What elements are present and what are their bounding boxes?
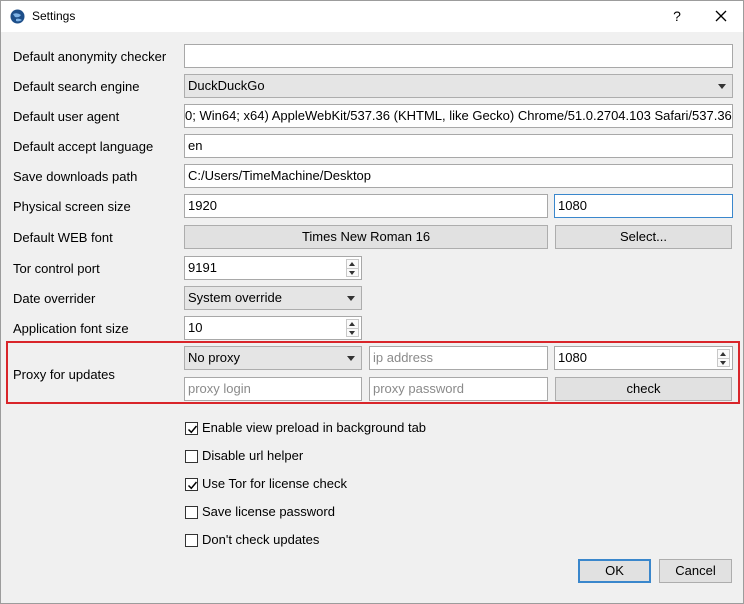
chevron-down-icon	[347, 296, 355, 301]
proxy-type-value: No proxy	[188, 350, 241, 365]
checkmark-icon	[187, 425, 198, 434]
tor-port-spinbox[interactable]: 9191	[184, 256, 362, 280]
app-globe-icon	[10, 9, 25, 24]
checkbox-box[interactable]	[185, 450, 198, 463]
chevron-down-icon	[718, 84, 726, 89]
checkbox-box[interactable]	[185, 478, 198, 491]
checkbox-label: Save license password	[202, 504, 335, 519]
accept-language-label: Default accept language	[13, 139, 154, 154]
checkbox-label: Disable url helper	[202, 448, 304, 463]
proxy-password-input[interactable]: proxy password	[369, 377, 548, 401]
downloads-path-label: Save downloads path	[13, 169, 138, 184]
cancel-button[interactable]: Cancel	[659, 559, 732, 583]
tor-port-label: Tor control port	[13, 261, 100, 276]
window-title: Settings	[32, 9, 76, 23]
proxy-label: Proxy for updates	[13, 367, 115, 382]
proxy-login-input[interactable]: proxy login	[184, 377, 362, 401]
web-font-display-button[interactable]: Times New Roman 16	[184, 225, 548, 249]
app-font-size-value: 10	[188, 320, 203, 335]
user-agent-label: Default user agent	[13, 109, 120, 124]
proxy-port-spinbox[interactable]: 1080	[554, 346, 733, 370]
proxy-check-button[interactable]: check	[555, 377, 732, 401]
spin-arrows-icon[interactable]	[717, 349, 730, 367]
ok-button[interactable]: OK	[578, 559, 651, 583]
search-engine-value: DuckDuckGo	[188, 78, 265, 93]
checkmark-icon	[187, 481, 198, 490]
search-engine-label: Default search engine	[13, 79, 140, 94]
date-overrider-value: System override	[188, 290, 282, 305]
screen-width-input[interactable]: 1920	[184, 194, 548, 218]
date-overrider-label: Date overrider	[13, 291, 96, 306]
checkbox-box[interactable]	[185, 534, 198, 547]
chevron-down-icon	[347, 356, 355, 361]
spin-arrows-icon[interactable]	[346, 259, 359, 277]
checkbox-label: Enable view preload in background tab	[202, 420, 427, 435]
checkbox-label: Don't check updates	[202, 532, 320, 547]
proxy-login-placeholder: proxy login	[188, 381, 251, 396]
checkbox-label: Use Tor for license check	[202, 476, 347, 491]
app-font-size-label: Application font size	[13, 321, 129, 336]
screen-height-input[interactable]: 1080	[554, 194, 733, 218]
spin-arrows-icon[interactable]	[346, 319, 359, 337]
app-font-size-spinbox[interactable]: 10	[184, 316, 362, 340]
close-icon	[715, 10, 727, 22]
screen-size-label: Physical screen size	[13, 199, 131, 214]
checkbox-box[interactable]	[185, 422, 198, 435]
settings-dialog: Settings ? Default anonymity checker Def…	[0, 0, 744, 604]
web-font-label: Default WEB font	[13, 230, 113, 245]
search-engine-combo[interactable]: DuckDuckGo	[184, 74, 733, 98]
proxy-type-combo[interactable]: No proxy	[184, 346, 362, 370]
user-agent-input[interactable]: 0; Win64; x64) AppleWebKit/537.36 (KHTML…	[184, 104, 733, 128]
proxy-ip-input[interactable]: ip address	[369, 346, 548, 370]
date-overrider-combo[interactable]: System override	[184, 286, 362, 310]
title-bar: Settings ?	[1, 1, 743, 32]
proxy-ip-placeholder: ip address	[373, 350, 433, 365]
select-font-button[interactable]: Select...	[555, 225, 732, 249]
help-button[interactable]: ?	[665, 5, 689, 27]
proxy-password-placeholder: proxy password	[373, 381, 465, 396]
close-button[interactable]	[707, 5, 735, 27]
accept-language-input[interactable]: en	[184, 134, 733, 158]
anonymity-checker-input[interactable]	[184, 44, 733, 68]
downloads-path-input[interactable]: C:/Users/TimeMachine/Desktop	[184, 164, 733, 188]
anonymity-checker-label: Default anonymity checker	[13, 49, 167, 64]
proxy-port-value: 1080	[558, 350, 587, 365]
checkbox-box[interactable]	[185, 506, 198, 519]
tor-port-value: 9191	[188, 260, 217, 275]
